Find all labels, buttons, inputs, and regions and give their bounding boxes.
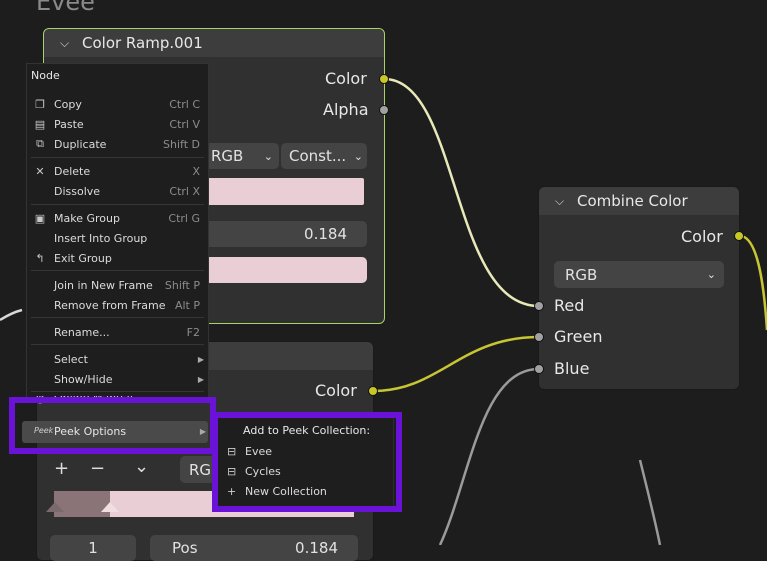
link-color-to-green xyxy=(372,335,540,393)
menu-separator xyxy=(31,157,204,158)
link-to-blue xyxy=(438,367,540,545)
combine-color-title: Combine Color xyxy=(577,192,688,210)
lower-node-color-output-label: Color xyxy=(315,381,357,400)
ramp-options-button[interactable]: ⌄ xyxy=(134,456,149,477)
menu-item-copy[interactable]: ❐ Copy Ctrl C xyxy=(27,94,208,114)
menu-item-duplicate[interactable]: ⧉ Duplicate Shift D xyxy=(27,134,208,154)
paste-icon: ▤ xyxy=(34,117,46,131)
link-bottom-right xyxy=(638,459,662,545)
submenu-arrow-icon: ▶ xyxy=(197,354,204,364)
menu-item-show-hide[interactable]: Show/Hide ▶ xyxy=(27,369,208,389)
link-out-right xyxy=(739,234,767,331)
combine-green-socket[interactable] xyxy=(534,332,544,342)
highlight-peek-options xyxy=(9,397,216,454)
ramp-stop-handle-dark[interactable] xyxy=(46,502,64,512)
color-ramp-value-field[interactable]: 0.184 xyxy=(195,221,367,247)
link-left-edge xyxy=(0,308,23,322)
color-ramp-title: Color Ramp.001 xyxy=(82,34,203,52)
combine-color-output-label: Color xyxy=(681,227,723,246)
menu-item-exit-group[interactable]: ↰ Exit Group xyxy=(27,248,208,268)
color-ramp-color-output-label: Color xyxy=(325,69,367,88)
highlight-peek-submenu xyxy=(212,412,402,512)
menu-separator xyxy=(31,317,204,318)
chevron-down-icon[interactable]: ⌵ xyxy=(555,194,569,209)
menu-separator xyxy=(31,270,204,271)
chevron-down-icon: ⌄ xyxy=(706,268,716,281)
color-ramp-color-socket[interactable] xyxy=(379,74,389,84)
menu-item-make-group[interactable]: ▣ Make Group Ctrl G xyxy=(27,208,208,228)
lower-node-color-socket[interactable] xyxy=(368,386,378,396)
chevron-down-icon[interactable]: ⌵ xyxy=(60,36,74,51)
combine-color-mode-select[interactable]: RGB ⌄ xyxy=(554,261,724,288)
exit-arrow-icon: ↰ xyxy=(35,251,45,265)
menu-separator xyxy=(31,204,204,205)
menu-item-remove-from-frame[interactable]: Remove from Frame Alt P xyxy=(27,295,208,315)
combine-red-socket[interactable] xyxy=(534,301,544,311)
menu-item-rename[interactable]: Rename... F2 xyxy=(27,322,208,342)
chevron-down-icon: ⌄ xyxy=(263,149,273,163)
color-ramp-header[interactable]: ⌵ Color Ramp.001 xyxy=(44,29,384,57)
menu-item-join-new-frame[interactable]: Join in New Frame Shift P xyxy=(27,275,208,295)
combine-blue-socket[interactable] xyxy=(534,364,544,374)
color-ramp-interp-select[interactable]: Const... ⌄ xyxy=(281,143,367,169)
submenu-arrow-icon: ▶ xyxy=(197,374,204,384)
menu-separator xyxy=(31,344,204,345)
menu-item-paste[interactable]: ▤ Paste Ctrl V xyxy=(27,114,208,134)
chevron-down-icon: ⌄ xyxy=(353,149,363,163)
combine-color-output-socket[interactable] xyxy=(734,231,744,241)
combine-red-label: Red xyxy=(554,296,585,315)
color-ramp-gradient-preview[interactable] xyxy=(200,178,364,205)
link-color-to-red xyxy=(383,77,540,308)
combine-blue-label: Blue xyxy=(554,359,590,378)
duplicate-icon: ⧉ xyxy=(36,137,44,150)
color-ramp-color-field[interactable] xyxy=(195,257,367,283)
combine-color-header[interactable]: ⌵ Combine Color xyxy=(539,187,739,215)
color-ramp-alpha-output-label: Alpha xyxy=(323,100,369,119)
menu-item-insert-into-group[interactable]: Insert Into Group xyxy=(27,228,208,248)
menu-item-dissolve[interactable]: Dissolve Ctrl X xyxy=(27,181,208,201)
menu-title: Node xyxy=(31,69,60,82)
stop-index-field[interactable]: 1 xyxy=(50,535,136,561)
stop-position-field[interactable]: Pos 0.184 xyxy=(150,535,358,561)
node-group-icon: ▣ xyxy=(34,211,46,225)
copy-icon: ❐ xyxy=(35,97,45,111)
combine-green-label: Green xyxy=(554,327,603,346)
menu-separator xyxy=(31,391,204,392)
menu-item-delete[interactable]: ✕ Delete X xyxy=(27,161,208,181)
delete-x-icon: ✕ xyxy=(35,164,45,178)
ramp-stop-handle-light[interactable] xyxy=(101,502,119,512)
remove-stop-button[interactable]: − xyxy=(90,458,105,479)
menu-item-select[interactable]: Select ▶ xyxy=(27,349,208,369)
color-ramp-alpha-socket[interactable] xyxy=(379,105,389,115)
node-context-menu: Node ❐ Copy Ctrl C ▤ Paste Ctrl V ⧉ Duplicate… xyxy=(26,63,209,405)
add-stop-button[interactable]: + xyxy=(54,458,69,479)
